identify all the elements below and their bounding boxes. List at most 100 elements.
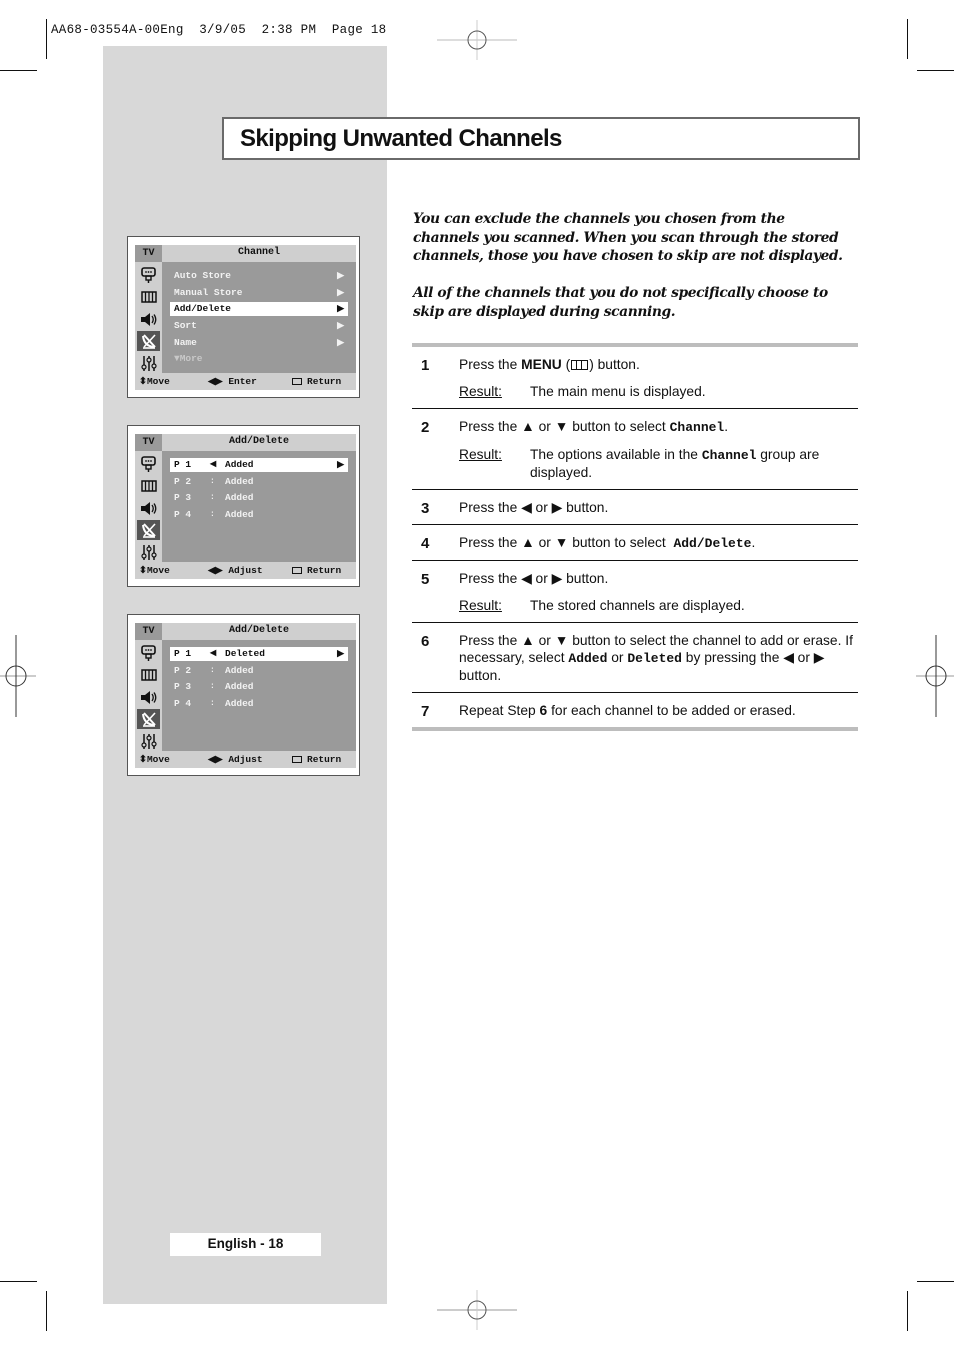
osd-footer-enter: ◀▶ Enter bbox=[208, 376, 257, 387]
text: Press the bbox=[459, 357, 522, 372]
osd-icon-column bbox=[135, 262, 162, 373]
osd-channel-row: P 2: Added bbox=[170, 475, 348, 489]
picture-icon bbox=[137, 454, 160, 474]
osd-term: Add/Delete bbox=[673, 536, 752, 551]
right-arrow-icon: ▶ bbox=[337, 271, 344, 281]
channel-antenna-icon bbox=[137, 520, 160, 540]
step-number: 3 bbox=[421, 500, 430, 517]
step-text: Press the MENU () button. bbox=[459, 356, 858, 373]
osd-tv-label: TV bbox=[135, 434, 162, 451]
osd-program-number: P 2 bbox=[174, 664, 192, 676]
osd-channel-status: Added bbox=[225, 475, 254, 487]
step-result: Result: The main menu is displayed. bbox=[459, 383, 858, 400]
right-arrow-icon: ▶ bbox=[337, 287, 344, 298]
right-arrow-icon: ▶ bbox=[337, 304, 344, 315]
print-slug: AA68-03554A-00Eng 3/9/05 2:38 PM Page 18 bbox=[51, 23, 387, 37]
result-label: Result: bbox=[459, 598, 502, 613]
osd-item-label: Sort bbox=[174, 320, 197, 332]
osd-menu-item: Add/Delete ▶ bbox=[170, 302, 348, 317]
osd-separator: : bbox=[210, 682, 215, 692]
text: Press the ▲ or ▼ button to select bbox=[459, 535, 674, 550]
function-sliders-icon bbox=[137, 353, 160, 373]
registration-mark-top bbox=[437, 20, 517, 60]
title-box: Skipping Unwanted Channels bbox=[222, 117, 860, 160]
osd-channel-row: P 1 ◀ Added ▶ bbox=[170, 458, 348, 472]
osd-footer-return: Return bbox=[307, 754, 342, 765]
osd-footer-return: Return bbox=[307, 565, 342, 576]
right-arrow-icon: ▶ bbox=[337, 337, 344, 348]
steps-table: 1 Press the MENU () button. Result: The m… bbox=[412, 343, 858, 731]
setup-icon bbox=[137, 665, 160, 685]
osd-footer: ⬍Move ◀▶ Adjust Return bbox=[135, 562, 356, 579]
result-label: Result: bbox=[459, 384, 502, 399]
text: Repeat Step bbox=[459, 703, 540, 718]
text: or bbox=[607, 650, 628, 665]
step-6: 6 Press the ▲ or ▼ button to select the … bbox=[412, 623, 858, 693]
channel-antenna-icon bbox=[137, 709, 160, 729]
osd-menu-title: Channel bbox=[162, 245, 356, 262]
channel-antenna-icon bbox=[137, 331, 160, 351]
crop-mark bbox=[907, 19, 908, 59]
text: for each channel to be added or erased. bbox=[547, 703, 796, 718]
step-result: Result: The stored channels are displayed… bbox=[459, 597, 858, 614]
osd-term: Deleted bbox=[627, 651, 682, 666]
crop-mark bbox=[917, 1281, 954, 1282]
crop-mark bbox=[46, 19, 47, 59]
registration-mark-bottom bbox=[437, 1290, 517, 1330]
setup-icon bbox=[137, 476, 160, 496]
text: The options available in the bbox=[530, 447, 702, 462]
step-4: 4 Press the ▲ or ▼ button to select Add/… bbox=[412, 525, 858, 561]
osd-screen: TV Add/Delete P 1 ◀ Added ▶ P 2: Added P 3: Added… bbox=[127, 425, 360, 587]
menu-button-icon bbox=[292, 567, 302, 574]
osd-program-number: P 4 bbox=[174, 509, 192, 521]
menu-button-icon bbox=[292, 756, 302, 763]
osd-separator: ◀ bbox=[210, 460, 217, 469]
step-result: Result: The options available in the Chan… bbox=[459, 446, 858, 481]
result-text: The stored channels are displayed. bbox=[530, 598, 745, 613]
osd-channel-status: Added bbox=[225, 664, 254, 676]
step-number: 5 bbox=[421, 571, 430, 588]
text: . bbox=[751, 535, 756, 550]
page-title: Skipping Unwanted Channels bbox=[240, 125, 562, 152]
step-number: 1 bbox=[421, 357, 430, 374]
osd-term: Channel bbox=[701, 448, 757, 463]
table-bottom-rule bbox=[412, 727, 858, 731]
osd-menu-item: Auto Store ▶ bbox=[170, 269, 348, 283]
text: . bbox=[724, 419, 729, 434]
osd-channel-status: Added bbox=[225, 698, 254, 710]
step-2: 2 Press the ▲ or ▼ button to select Chan… bbox=[412, 409, 858, 490]
step-7: 7 Repeat Step 6 for each channel to be a… bbox=[412, 693, 858, 727]
osd-channel-status: Added bbox=[225, 681, 254, 693]
osd-menu-item: Manual Store ▶ bbox=[170, 286, 348, 300]
osd-menu-title: Add/Delete bbox=[162, 434, 356, 451]
osd-channel-row: P 2: Added bbox=[170, 664, 348, 678]
crop-mark bbox=[0, 70, 37, 71]
right-arrow-icon: ▶ bbox=[337, 460, 344, 470]
osd-program-number: P 2 bbox=[174, 475, 192, 487]
osd-footer-enter: ◀▶ Adjust bbox=[208, 565, 263, 576]
step-number: 2 bbox=[421, 419, 430, 436]
step-1: 1 Press the MENU () button. Result: The m… bbox=[412, 347, 858, 409]
osd-item-label: Manual Store bbox=[174, 286, 243, 298]
osd-screen: TV Add/Delete P 1 ◀ Deleted ▶ P 2: Added P 3: Add… bbox=[127, 614, 360, 776]
osd-footer-move: ⬍Move bbox=[139, 754, 170, 765]
setup-icon bbox=[137, 287, 160, 307]
sound-icon bbox=[137, 498, 160, 518]
osd-separator: : bbox=[210, 493, 215, 503]
osd-separator: : bbox=[210, 476, 215, 486]
osd-channel-row: P 3: Added bbox=[170, 491, 348, 505]
osd-program-number: P 4 bbox=[174, 698, 192, 710]
crop-mark bbox=[46, 1291, 47, 1331]
osd-channel-status: Added bbox=[225, 459, 254, 470]
step-text: Press the ▲ or ▼ button to select Channe… bbox=[459, 418, 858, 436]
registration-mark-left bbox=[0, 635, 36, 717]
osd-more-indicator: ▼More bbox=[170, 352, 348, 366]
osd-program-number: P 1 bbox=[174, 459, 192, 470]
osd-footer-enter: ◀▶ Adjust bbox=[208, 754, 263, 765]
osd-icon-column bbox=[135, 451, 162, 562]
picture-icon bbox=[137, 265, 160, 285]
result-text: The options available in the Channel gro… bbox=[530, 446, 858, 481]
osd-channel-status: Added bbox=[225, 492, 254, 504]
osd-menu-item: Name ▶ bbox=[170, 336, 348, 350]
osd-channel-row: P 3: Added bbox=[170, 680, 348, 694]
